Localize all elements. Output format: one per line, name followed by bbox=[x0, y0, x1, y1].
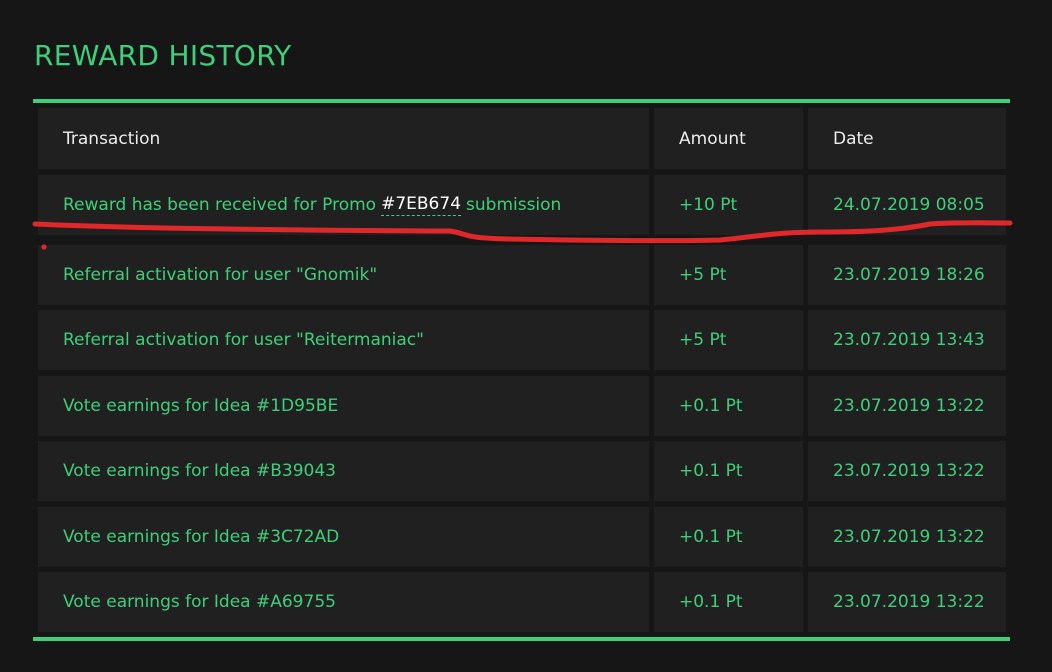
table-row: Vote earnings for Idea #A69755 +0.1 Pt 2… bbox=[38, 572, 1006, 632]
date-cell: 23.07.2019 13:22 bbox=[808, 376, 1006, 436]
table-bottom-rule bbox=[33, 637, 1010, 641]
page-title: REWARD HISTORY bbox=[34, 39, 292, 72]
transaction-cell: Reward has been received for Promo #7EB6… bbox=[38, 175, 649, 235]
transaction-cell: Referral activation for user "Reitermani… bbox=[38, 310, 649, 370]
transaction-cell: Referral activation for user "Gnomik" bbox=[38, 245, 649, 305]
table-row: Vote earnings for Idea #3C72AD +0.1 Pt 2… bbox=[38, 507, 1006, 567]
reward-history-page: REWARD HISTORY Transaction Amount Date R… bbox=[0, 0, 1052, 672]
amount-cell: +5 Pt bbox=[654, 310, 803, 370]
amount-cell: +0.1 Pt bbox=[654, 376, 803, 436]
promo-code-link[interactable]: #7EB674 bbox=[381, 194, 462, 216]
transaction-text-suffix: submission bbox=[466, 195, 562, 215]
date-cell: 23.07.2019 13:43 bbox=[808, 310, 1006, 370]
transaction-cell: Vote earnings for Idea #1D95BE bbox=[38, 376, 649, 436]
transaction-cell: Vote earnings for Idea #B39043 bbox=[38, 441, 649, 501]
table-header-row: Transaction Amount Date bbox=[38, 108, 1006, 169]
table-row: Referral activation for user "Gnomik" +5… bbox=[38, 245, 1006, 305]
date-cell: 23.07.2019 13:22 bbox=[808, 507, 1006, 567]
amount-cell: +5 Pt bbox=[654, 245, 803, 305]
amount-cell: +10 Pt bbox=[654, 175, 803, 235]
column-header-amount: Amount bbox=[654, 108, 803, 169]
date-cell: 23.07.2019 13:22 bbox=[808, 572, 1006, 632]
column-header-transaction: Transaction bbox=[38, 108, 649, 169]
table-row: Vote earnings for Idea #B39043 +0.1 Pt 2… bbox=[38, 441, 1006, 501]
amount-cell: +0.1 Pt bbox=[654, 441, 803, 501]
table-row: Vote earnings for Idea #1D95BE +0.1 Pt 2… bbox=[38, 376, 1006, 436]
table-row: Referral activation for user "Reitermani… bbox=[38, 310, 1006, 370]
date-cell: 23.07.2019 13:22 bbox=[808, 441, 1006, 501]
table-row: Reward has been received for Promo #7EB6… bbox=[38, 175, 1006, 235]
amount-cell: +0.1 Pt bbox=[654, 507, 803, 567]
date-cell: 23.07.2019 18:26 bbox=[808, 245, 1006, 305]
date-cell: 24.07.2019 08:05 bbox=[808, 175, 1006, 235]
column-header-date: Date bbox=[808, 108, 1006, 169]
amount-cell: +0.1 Pt bbox=[654, 572, 803, 632]
transaction-text-prefix: Reward has been received for Promo bbox=[63, 195, 377, 215]
table-top-rule bbox=[33, 99, 1010, 103]
transaction-cell: Vote earnings for Idea #3C72AD bbox=[38, 507, 649, 567]
transaction-cell: Vote earnings for Idea #A69755 bbox=[38, 572, 649, 632]
